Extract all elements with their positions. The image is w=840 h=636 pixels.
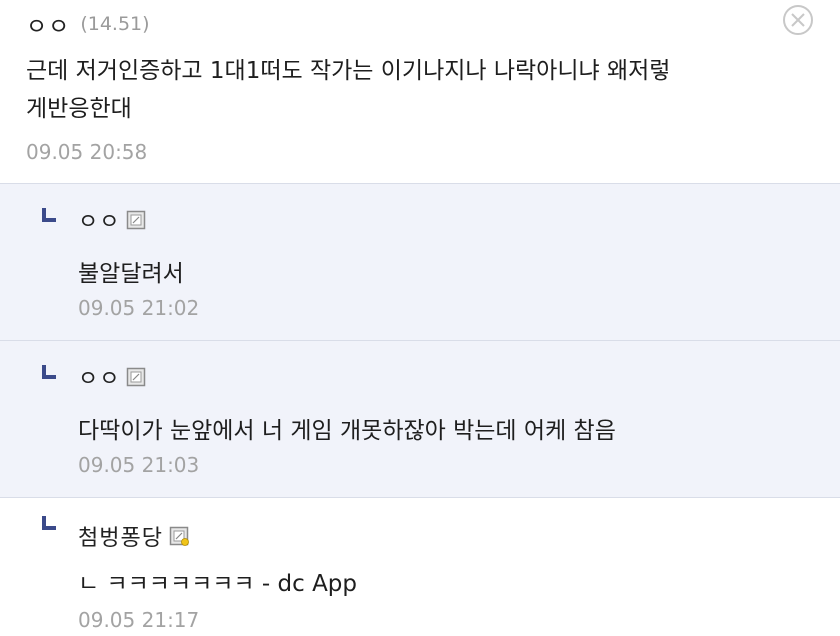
comment-text: 근데 저거인증하고 1대1떠도 작가는 이기나지나 나락아니냐 왜저렇 게반응한… xyxy=(26,52,816,128)
comment-header: ㅇㅇ (14.51) xyxy=(26,7,150,41)
comment-date: 09.05 20:58 xyxy=(26,140,148,164)
close-icon[interactable] xyxy=(782,4,814,36)
reply-arrow-icon xyxy=(42,208,56,222)
reply-date: 09.05 21:02 xyxy=(78,296,200,320)
comment-text-line: 게반응한대 xyxy=(26,96,132,122)
reply-nickname[interactable]: ㅇㅇ xyxy=(78,204,120,236)
reply-text: 다딱이가 눈앞에서 너 게임 개못하잖아 박는데 어케 참음 xyxy=(78,418,616,444)
comment-nickname[interactable]: ㅇㅇ xyxy=(26,7,70,41)
reply-item: ㅇㅇ 다딱이가 눈앞에서 너 게임 개못하잖아 박는데 어케 참음 09.05 … xyxy=(0,341,840,498)
reply-text: 불알달려서 xyxy=(78,261,184,287)
reply-nickname[interactable]: ㅇㅇ xyxy=(78,361,120,393)
reply-date: 09.05 21:03 xyxy=(78,453,200,477)
comment-ip: (14.51) xyxy=(80,13,150,35)
reply-header: 첨벙퐁당 xyxy=(78,520,189,552)
reply-date: 09.05 21:17 xyxy=(78,608,200,632)
fixed-nick-icon xyxy=(169,526,189,546)
reply-nickname[interactable]: 첨벙퐁당 xyxy=(78,520,163,552)
mobile-icon xyxy=(127,367,146,387)
comment-item: ㅇㅇ (14.51) 근데 저거인증하고 1대1떠도 작가는 이기나지나 나락아… xyxy=(0,0,840,184)
reply-arrow-icon xyxy=(42,516,56,530)
reply-item: ㅇㅇ 불알달려서 09.05 21:02 xyxy=(0,184,840,341)
reply-text: ㄴ ㅋㅋㅋㅋㅋㅋㅋ - dc App xyxy=(78,571,358,597)
comment-text-line: 근데 저거인증하고 1대1떠도 작가는 이기나지나 나락아니냐 왜저렇 xyxy=(26,58,671,84)
mobile-icon xyxy=(127,210,146,230)
reply-arrow-icon xyxy=(42,365,56,379)
reply-item: 첨벙퐁당 ㄴ ㅋㅋㅋㅋㅋㅋㅋ - dc App 09.05 21:17 xyxy=(0,498,840,636)
reply-header: ㅇㅇ xyxy=(78,204,146,236)
reply-header: ㅇㅇ xyxy=(78,361,146,393)
